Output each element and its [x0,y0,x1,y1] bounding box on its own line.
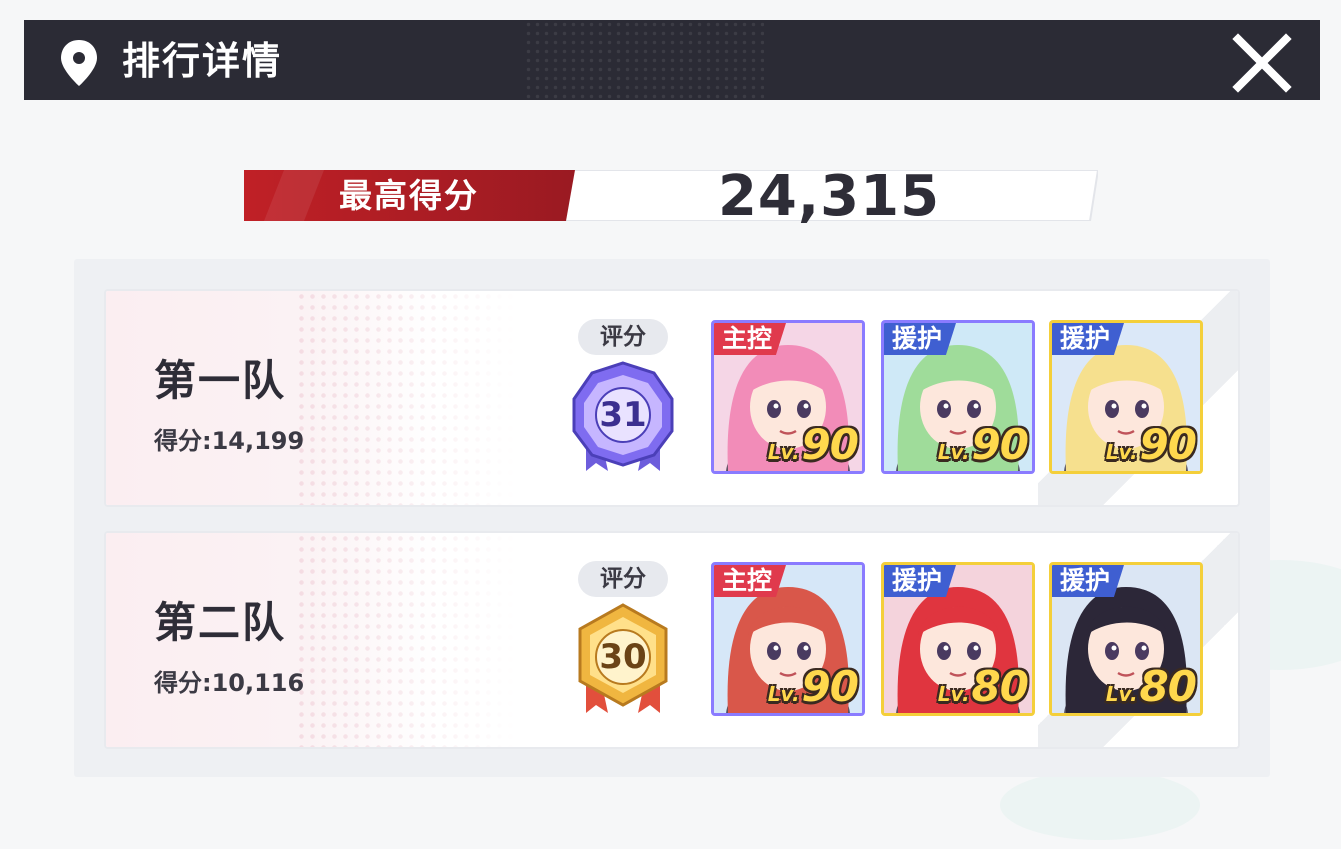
character-role-badge: 援护 [1052,565,1125,597]
rating-value: 30 [599,637,647,677]
character-level: Lv.90 [767,420,859,469]
character-role-badge: 援护 [884,323,957,355]
page-title: 排行详情 [122,39,283,83]
team-name: 第二队 [154,598,287,647]
level-prefix: Lv. [767,682,800,706]
character-card[interactable]: 援护 Lv.80 [1049,562,1203,716]
character-card[interactable]: 援护 Lv.90 [881,320,1035,474]
close-icon[interactable] [1232,33,1292,93]
rating-label: 评分 [578,319,668,355]
character-role-badge: 主控 [714,565,787,597]
character-role-badge: 援护 [1052,323,1125,355]
level-value: 80 [971,662,1029,711]
map-pin-icon [61,40,97,86]
rating-value: 31 [599,395,647,435]
character-level: Lv.80 [937,662,1029,711]
character-card[interactable]: 援护 Lv.90 [1049,320,1203,474]
level-prefix: Lv. [1105,440,1138,464]
level-value: 90 [801,420,859,469]
level-prefix: Lv. [937,682,970,706]
level-value: 90 [1139,420,1197,469]
level-prefix: Lv. [937,440,970,464]
team-name: 第一队 [154,356,287,405]
character-role-badge: 主控 [714,323,787,355]
character-level: Lv.90 [767,662,859,711]
character-card[interactable]: 主控 Lv.90 [711,320,865,474]
character-level: Lv.90 [937,420,1029,469]
team-score: 得分:14,199 [154,427,305,455]
team-card-pattern [296,291,516,505]
level-value: 80 [1139,662,1197,711]
header-pattern [524,20,764,100]
level-prefix: Lv. [767,440,800,464]
level-value: 90 [971,420,1029,469]
best-score-label: 最高得分 [339,176,479,215]
background-decoration [1000,770,1200,840]
rating-label: 评分 [578,561,668,597]
character-card[interactable]: 援护 Lv.80 [881,562,1035,716]
character-role-badge: 援护 [884,565,957,597]
character-card[interactable]: 主控 Lv.90 [711,562,865,716]
team-score: 得分:10,116 [154,669,305,697]
character-level: Lv.80 [1105,662,1197,711]
character-level: Lv.90 [1105,420,1197,469]
level-value: 90 [801,662,859,711]
best-score-bar: 最高得分 24,315 [244,164,1098,229]
team-card-pattern [296,533,516,747]
level-prefix: Lv. [1105,682,1138,706]
best-score-value: 24,315 [717,164,941,229]
